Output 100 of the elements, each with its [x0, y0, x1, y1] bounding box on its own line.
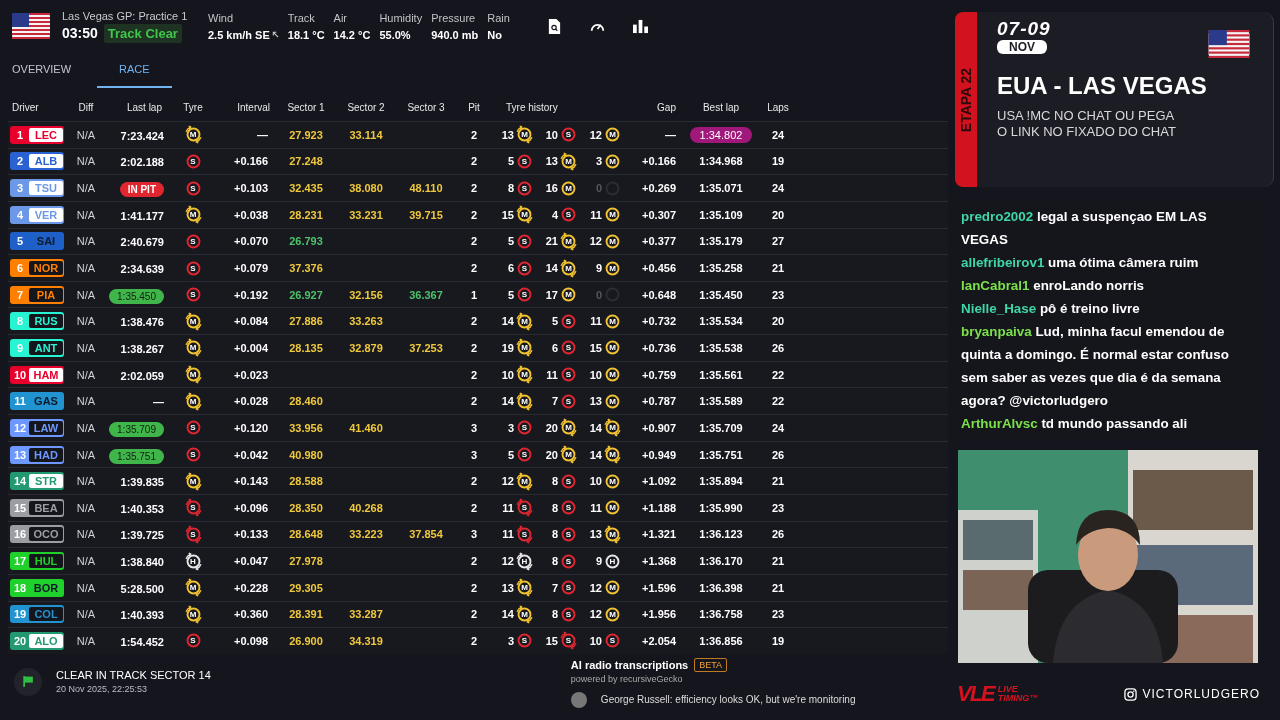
event-dates: 07-09 — [997, 18, 1051, 40]
stint-laps: 14 — [501, 395, 514, 408]
chat-message: allefribeirov1 uma ótima câmera ruim — [961, 254, 1200, 272]
interval-cell: +0.038 — [234, 208, 268, 221]
stint-laps: 12 — [501, 475, 514, 488]
sector-time: 27.248 — [289, 155, 323, 168]
chat-message: ArthurAlvsc td mundo passando ali — [961, 415, 1189, 433]
bar-chart-icon[interactable] — [632, 18, 648, 34]
stint-laps: 14 — [589, 421, 602, 434]
last-lap-cell: 1:39.835 — [120, 476, 164, 489]
tab[interactable]: RACE — [97, 52, 172, 88]
avatar — [570, 691, 587, 708]
tyre-compound: S — [515, 445, 534, 464]
stint-laps: 13 — [501, 581, 514, 594]
last-lap-cell: 1:38.267 — [120, 342, 164, 355]
sector-time: 32.435 — [289, 182, 323, 195]
tyre-compound: M — [183, 471, 203, 491]
weather-label: Pressure — [431, 11, 477, 24]
gap-cell: +0.787 — [642, 395, 676, 408]
interval-cell: +0.192 — [234, 288, 268, 301]
social-handle: VICTORLUDGERO — [1142, 687, 1260, 701]
sector-time: 33.223 — [349, 528, 383, 541]
event-subtitle: O LINK NO FIXADO DO CHAT — [997, 124, 1177, 140]
diff-cell: N/A — [76, 128, 96, 141]
pit-cell: 2 — [470, 501, 478, 514]
stint-laps: 12 — [589, 608, 602, 621]
column-header: Gap — [657, 102, 676, 113]
gap-cell: +0.732 — [642, 315, 676, 328]
tyre-compound: M — [515, 311, 534, 331]
diff-cell: N/A — [76, 475, 96, 488]
stint-laps: 13 — [589, 528, 602, 541]
sector-time: 39.715 — [409, 208, 443, 221]
wind-direction-icon — [271, 31, 279, 38]
interval-cell: +0.084 — [234, 315, 268, 328]
tab[interactable]: OVERVIEW — [0, 52, 84, 88]
gap-cell: +0.456 — [642, 262, 676, 274]
laps-cell: 20 — [771, 315, 785, 328]
column-header: Sector 1 — [287, 102, 325, 113]
stint-laps: 0 — [595, 288, 602, 301]
sector-time: 29.305 — [289, 581, 323, 594]
tyre-compound: M — [183, 311, 203, 331]
pit-cell: 2 — [470, 555, 478, 568]
sector-time: 28.588 — [289, 475, 323, 488]
stint-laps: 10 — [501, 368, 514, 381]
sector-time: 36.367 — [409, 288, 443, 301]
stint-laps: 3 — [507, 635, 514, 647]
sector-time: 37.376 — [289, 262, 323, 274]
pit-cell: 2 — [470, 341, 478, 354]
sector-time: 32.879 — [349, 341, 383, 354]
tyre-compound: M — [515, 205, 534, 225]
sector-time: 37.854 — [409, 528, 443, 541]
driver-badge: 18 BOR — [10, 578, 64, 597]
session-clock: 03:50 — [62, 25, 98, 41]
last-lap-cell: 1:54.452 — [120, 636, 164, 648]
interval-cell: +0.143 — [234, 475, 268, 488]
sector-time: 40.268 — [349, 501, 383, 514]
weather-value: 14.2 °C — [333, 28, 371, 41]
diff-cell: N/A — [76, 235, 96, 248]
column-header: Pit — [468, 102, 480, 113]
in-pit-badge: IN PIT — [119, 182, 164, 198]
laps-cell: 27 — [771, 235, 785, 248]
weather-value: 2.5 km/h SE — [208, 28, 270, 41]
stint-laps: 10 — [589, 475, 602, 488]
sector-time: 28.460 — [289, 395, 323, 408]
pit-cell: 3 — [470, 421, 478, 434]
stint-laps: 20 — [545, 448, 558, 461]
tyre-compound: M — [515, 471, 534, 491]
stint-laps: 12 — [501, 555, 514, 568]
best-lap-cell: 1:35.709 — [699, 421, 743, 434]
stint-laps: 9 — [595, 555, 602, 568]
last-lap-cell: — — [153, 396, 164, 409]
driver-badge: 5 SAI — [10, 232, 64, 251]
tyre-compound: M — [183, 125, 203, 145]
stint-laps: 10 — [545, 128, 558, 141]
gap-cell: +1.368 — [642, 555, 676, 568]
weather-value: 940.0 mb — [431, 28, 479, 41]
last-lap-cell: 2:02.188 — [120, 156, 164, 169]
diff-cell: N/A — [76, 288, 96, 301]
tyre-compound: M — [515, 125, 534, 145]
sector-time: 28.391 — [289, 608, 323, 621]
interval-cell: +0.028 — [234, 395, 268, 408]
flag-icon — [12, 13, 50, 39]
tyre-compound: M — [183, 578, 203, 598]
driver-badge: 1 LEC — [10, 125, 64, 144]
last-lap-cell: 7:23.424 — [120, 129, 164, 142]
best-lap-cell: 1:35.561 — [699, 368, 743, 381]
document-search-icon[interactable] — [546, 18, 562, 34]
gap-cell: +1.321 — [642, 528, 676, 541]
interval-cell: +0.004 — [234, 341, 268, 354]
laps-cell: 26 — [771, 528, 785, 541]
stint-laps: 17 — [545, 288, 558, 301]
best-lap-cell: 1:35.109 — [699, 208, 743, 221]
event-subtitle: USA !MC NO CHAT OU PEGA — [997, 108, 1176, 124]
sector-time: 41.460 — [349, 421, 383, 434]
tyre-compound: M — [515, 338, 534, 358]
last-lap-cell: 1:35.450 — [109, 288, 164, 304]
stint-laps: 10 — [589, 368, 602, 381]
laps-cell: 23 — [771, 288, 785, 301]
diff-cell: N/A — [76, 208, 96, 221]
stint-laps: 5 — [507, 448, 514, 461]
